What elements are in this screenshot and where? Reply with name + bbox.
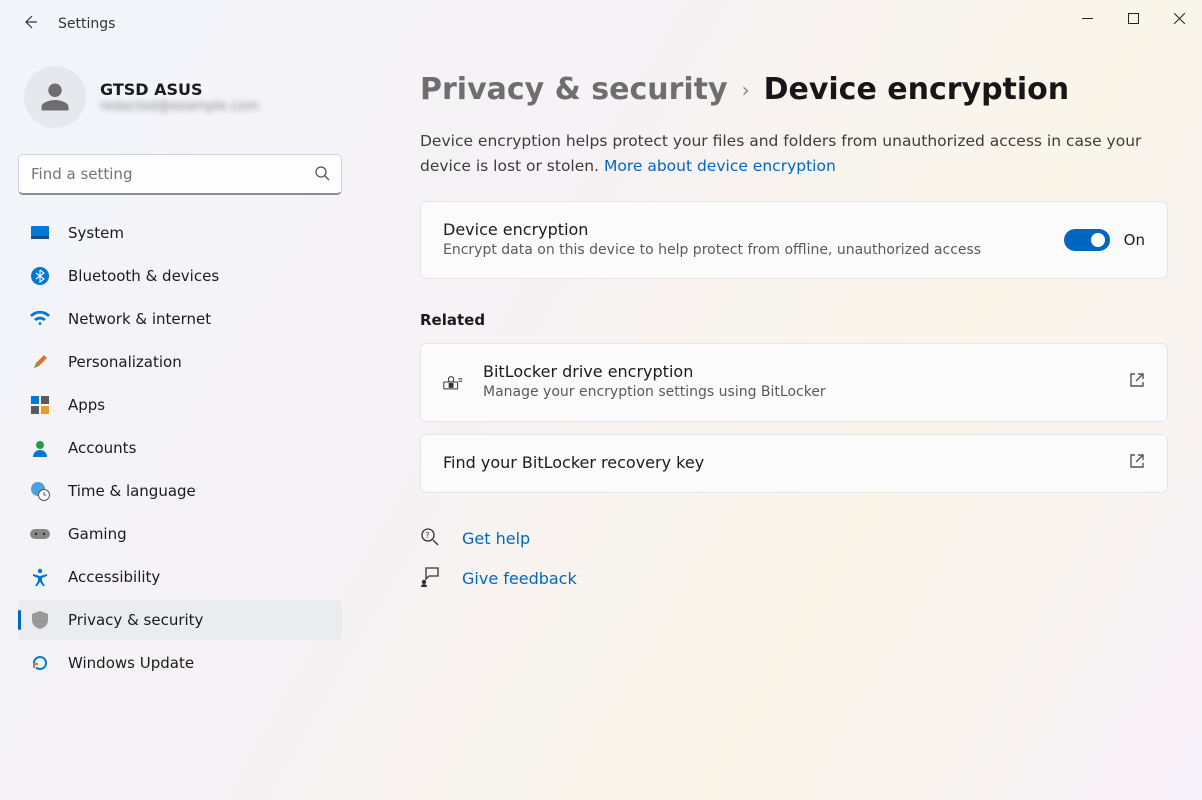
user-email: redacted@example.com [100,99,259,114]
nav-gaming[interactable]: Gaming [18,514,342,554]
minimize-button[interactable] [1064,0,1110,36]
nav-label: Accessibility [68,568,160,586]
bitlocker-drive-encryption-card[interactable]: BitLocker drive encryption Manage your e… [420,343,1168,422]
nav-label: Accounts [68,439,136,457]
nav-privacy-security[interactable]: Privacy & security [18,600,342,640]
search-icon [314,165,330,185]
related-heading: Related [420,311,1168,329]
nav-label: Time & language [68,482,196,500]
nav-windows-update[interactable]: Windows Update [18,643,342,683]
toggle-state-label: On [1124,231,1145,249]
window-title: Settings [58,16,115,32]
nav-apps[interactable]: Apps [18,385,342,425]
nav-bluetooth[interactable]: Bluetooth & devices [18,256,342,296]
card-subtitle: Encrypt data on this device to help prot… [443,241,1044,261]
page-description: Device encryption helps protect your fil… [420,129,1168,179]
open-external-icon [1129,453,1145,473]
nav-label: Privacy & security [68,611,203,629]
nav-label: Apps [68,396,105,414]
nav-label: Network & internet [68,310,211,328]
accessibility-icon [30,567,50,587]
search-input[interactable] [18,154,342,195]
nav-accounts[interactable]: Accounts [18,428,342,468]
globe-clock-icon [30,481,50,501]
maximize-button[interactable] [1110,0,1156,36]
avatar [24,66,86,128]
gamepad-icon [30,524,50,544]
give-feedback-link[interactable]: Give feedback [462,569,577,588]
shield-icon [30,610,50,630]
get-help-link[interactable]: Get help [462,529,530,548]
nav-label: Windows Update [68,654,194,672]
feedback-icon [420,567,440,591]
open-external-icon [1129,372,1145,392]
wifi-icon [30,309,50,329]
get-help-row[interactable]: ? Get help [420,527,1168,551]
user-account-tile[interactable]: GTSD ASUS redacted@example.com [18,48,342,146]
nav-accessibility[interactable]: Accessibility [18,557,342,597]
nav-network[interactable]: Network & internet [18,299,342,339]
help-icon: ? [420,527,440,551]
nav-label: System [68,224,124,242]
search-field[interactable] [18,154,342,195]
nav-label: Gaming [68,525,127,543]
nav-time-language[interactable]: Time & language [18,471,342,511]
device-encryption-card: Device encryption Encrypt data on this d… [420,201,1168,280]
update-icon [30,653,50,673]
breadcrumb: Privacy & security › Device encryption [420,72,1168,107]
apps-icon [30,395,50,415]
nav-system[interactable]: System [18,213,342,253]
give-feedback-row[interactable]: Give feedback [420,567,1168,591]
breadcrumb-current: Device encryption [764,72,1070,107]
user-name: GTSD ASUS [100,80,259,99]
svg-text:?: ? [425,531,429,540]
back-button[interactable] [8,14,52,35]
main-content: Privacy & security › Device encryption D… [360,48,1202,800]
close-button[interactable] [1156,0,1202,36]
chevron-right-icon: › [742,78,750,102]
card-title: Device encryption [443,220,1044,239]
more-about-link[interactable]: More about device encryption [604,157,836,175]
person-icon [30,438,50,458]
footer-links: ? Get help Give feedback [420,527,1168,591]
card-title: BitLocker drive encryption [483,362,1109,381]
lock-drive-icon [443,372,463,392]
paintbrush-icon [30,352,50,372]
bitlocker-recovery-key-card[interactable]: Find your BitLocker recovery key [420,434,1168,493]
nav-personalization[interactable]: Personalization [18,342,342,382]
card-title: Find your BitLocker recovery key [443,453,1109,472]
sidebar: GTSD ASUS redacted@example.com System Bl… [0,48,360,800]
system-icon [30,223,50,243]
breadcrumb-parent[interactable]: Privacy & security [420,72,728,107]
bluetooth-icon [30,266,50,286]
card-subtitle: Manage your encryption settings using Bi… [483,383,1109,403]
nav-label: Personalization [68,353,182,371]
window-controls [1064,0,1202,36]
encryption-toggle[interactable] [1064,229,1110,251]
titlebar: Settings [0,0,1202,48]
nav-label: Bluetooth & devices [68,267,219,285]
nav-list: System Bluetooth & devices Network & int… [18,213,342,683]
